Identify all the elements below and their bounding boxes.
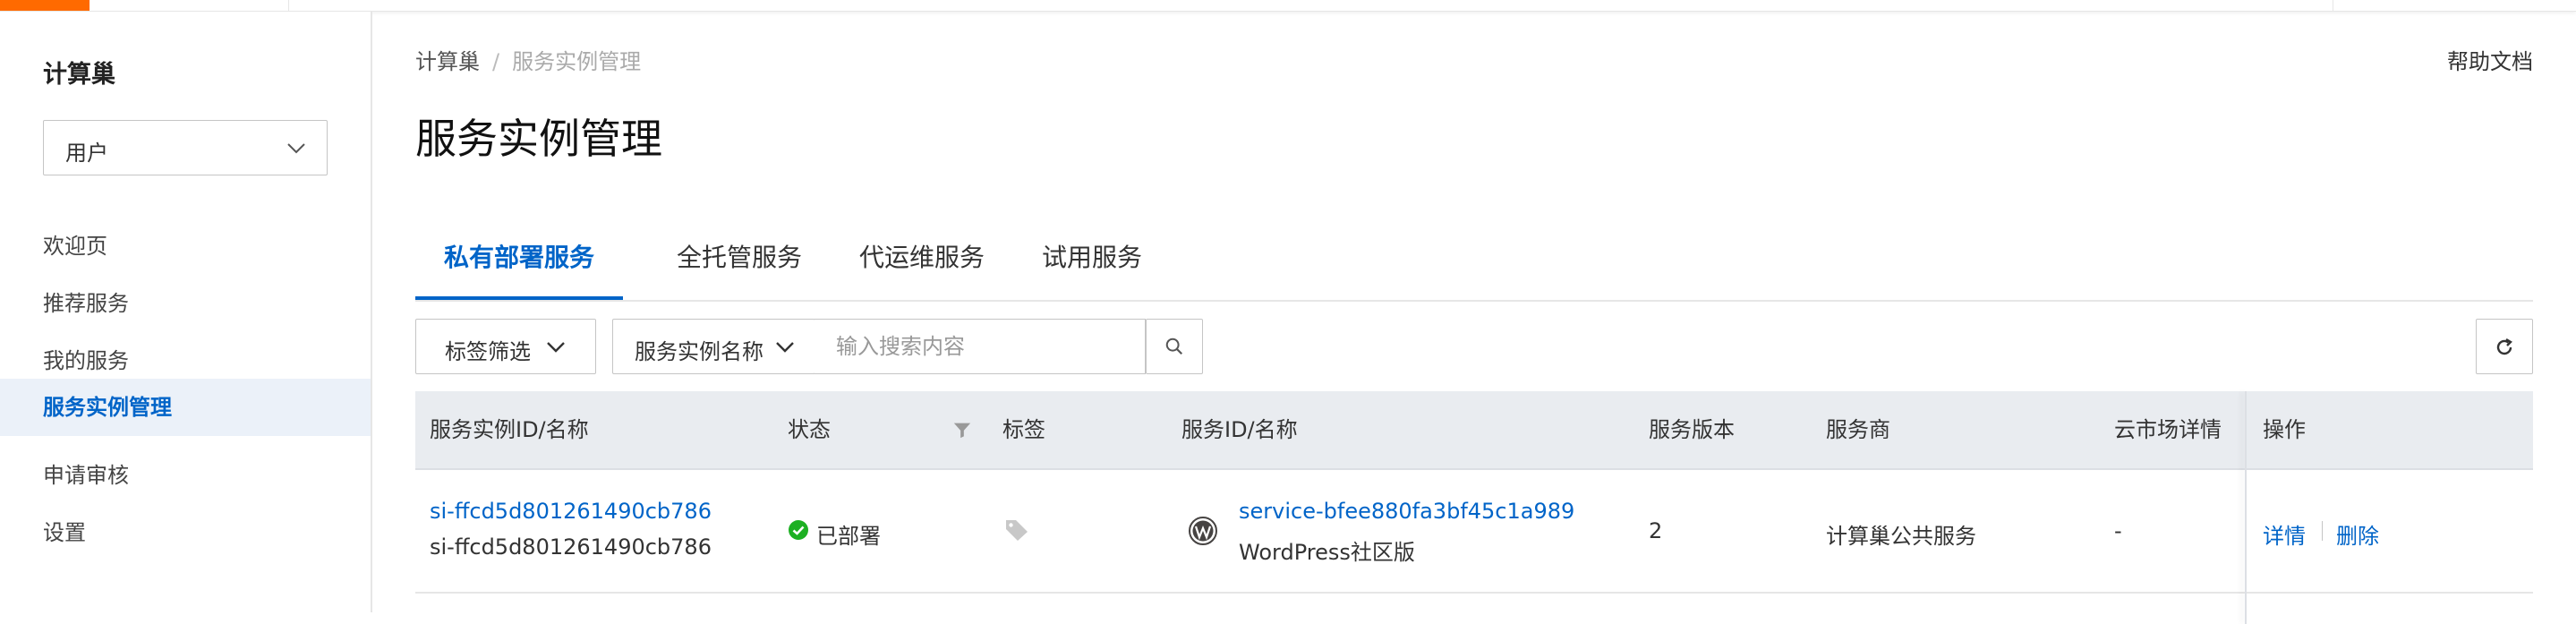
- sidebar-item-settings[interactable]: 设置: [0, 504, 371, 561]
- column-header: 服务实例ID/名称: [430, 417, 589, 442]
- main-content: 计算巢 / 服务实例管理 帮助文档 服务实例管理 私有部署服务 全托管服务 代运维服…: [372, 12, 2576, 624]
- action-divider: [2322, 521, 2323, 541]
- instance-name: si-ffcd5d801261490cb786: [430, 534, 712, 560]
- check-circle-icon: [789, 520, 808, 540]
- navbar-divider: [288, 0, 289, 11]
- sidebar-item-label: 设置: [43, 520, 86, 545]
- column-header: 服务版本: [1649, 417, 1735, 442]
- sidebar: 计算巢 用户 欢迎页 推荐服务 我的服务 服务实例管理 申请审核 设置: [0, 12, 372, 612]
- breadcrumb-root[interactable]: 计算巢: [415, 49, 480, 74]
- tab-trial[interactable]: 试用服务: [1017, 218, 1167, 298]
- chevron-down-icon: [287, 143, 305, 154]
- role-select-value: 用户: [65, 141, 108, 166]
- tag-filter-label: 标签筛选: [445, 339, 531, 364]
- role-select[interactable]: 用户: [43, 120, 328, 175]
- marketplace-detail: -: [2114, 518, 2122, 543]
- column-header: 云市场详情: [2114, 417, 2222, 442]
- search-input[interactable]: [815, 319, 1146, 374]
- breadcrumb-current: 服务实例管理: [512, 49, 642, 74]
- table-row: si-ffcd5d801261490cb786 si-ffcd5d8012614…: [415, 470, 2533, 594]
- status-badge: 已部署: [816, 524, 881, 549]
- refresh-icon: [2496, 338, 2512, 355]
- sidebar-item-label: 推荐服务: [43, 291, 129, 316]
- sidebar-item-instances[interactable]: 服务实例管理: [0, 379, 371, 436]
- service-version: 2: [1649, 518, 1663, 543]
- detail-link[interactable]: 详情: [2263, 518, 2306, 550]
- tab-bar: 私有部署服务 全托管服务 代运维服务 试用服务: [415, 218, 2533, 302]
- filter-icon[interactable]: [952, 420, 972, 440]
- tab-fully-managed[interactable]: 全托管服务: [652, 218, 827, 298]
- sidebar-item-label: 我的服务: [43, 348, 129, 373]
- sidebar-item-label: 欢迎页: [43, 234, 107, 259]
- sidebar-item-recommended[interactable]: 推荐服务: [0, 275, 371, 332]
- help-docs-link[interactable]: 帮助文档: [2447, 44, 2533, 75]
- column-header: 状态: [788, 417, 831, 442]
- tab-managed-ops[interactable]: 代运维服务: [834, 218, 1010, 298]
- sidebar-item-label: 申请审核: [43, 463, 129, 488]
- sidebar-title: 计算巢: [43, 61, 115, 89]
- search-icon: [1165, 338, 1183, 355]
- wordpress-icon: [1189, 517, 1217, 545]
- service-id-link[interactable]: service-bfee880fa3bf45c1a989: [1239, 499, 1574, 524]
- breadcrumb-separator: /: [492, 49, 500, 74]
- tag-filter-button[interactable]: 标签筛选: [415, 319, 596, 374]
- column-header: 标签: [1002, 417, 1045, 442]
- service-name: WordPress社区版: [1239, 540, 1415, 565]
- column-header: 服务商: [1826, 417, 1890, 442]
- instance-id-link[interactable]: si-ffcd5d801261490cb786: [430, 499, 712, 524]
- breadcrumb: 计算巢 / 服务实例管理: [415, 44, 641, 75]
- page-title: 服务实例管理: [415, 115, 662, 163]
- sidebar-item-welcome[interactable]: 欢迎页: [0, 218, 371, 275]
- search-field-label: 服务实例名称: [635, 339, 763, 364]
- brand-logo[interactable]: [0, 0, 90, 11]
- chevron-down-icon: [776, 342, 794, 353]
- table-header: 服务实例ID/名称 状态 标签 服务ID/名称 服务版本 服务商 云市场详情 操…: [415, 391, 2533, 470]
- sidebar-item-label: 服务实例管理: [43, 395, 172, 420]
- refresh-button[interactable]: [2476, 319, 2533, 374]
- chevron-down-icon: [547, 342, 565, 353]
- tab-private-deploy[interactable]: 私有部署服务: [415, 218, 623, 300]
- service-provider: 计算巢公共服务: [1826, 524, 1976, 549]
- fixed-column-divider: [2245, 391, 2247, 624]
- column-header: 操作: [2263, 417, 2306, 442]
- search-field-select[interactable]: 服务实例名称: [612, 319, 815, 374]
- top-navbar: [0, 0, 2576, 12]
- delete-link[interactable]: 删除: [2336, 518, 2379, 550]
- search-button[interactable]: [1146, 319, 1203, 374]
- sidebar-item-review[interactable]: 申请审核: [0, 447, 371, 504]
- column-header: 服务ID/名称: [1181, 417, 1298, 442]
- tag-icon[interactable]: [1004, 518, 1029, 542]
